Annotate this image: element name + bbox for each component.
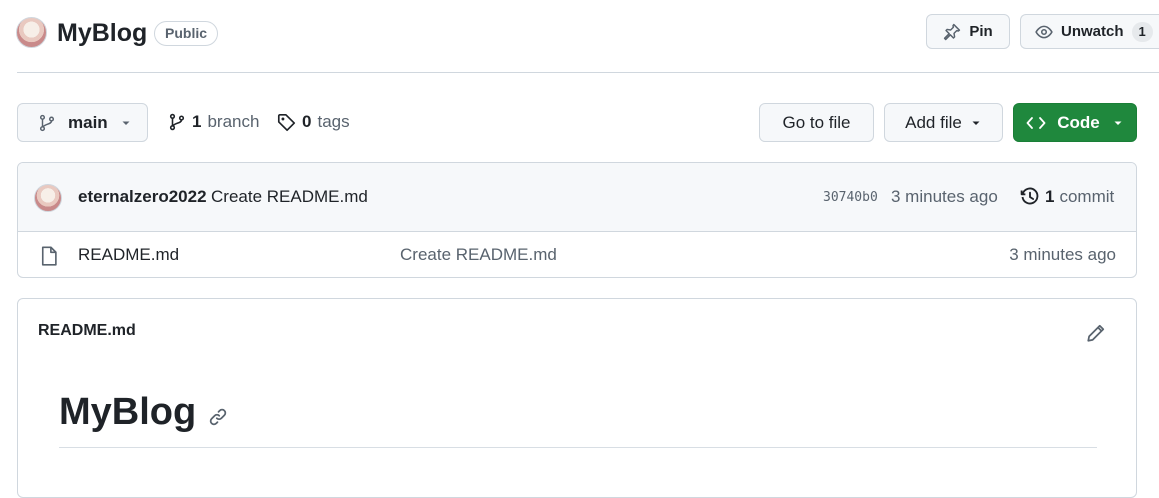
visibility-badge: Public	[154, 21, 219, 46]
pin-button[interactable]: Pin	[926, 14, 1010, 49]
link-icon[interactable]	[208, 407, 228, 427]
tags-link[interactable]: 0 tags	[277, 112, 350, 132]
git-branch-icon	[38, 114, 56, 132]
go-to-file-button[interactable]: Go to file	[759, 103, 874, 142]
tags-label: tags	[317, 112, 350, 131]
commit-history-link[interactable]: 1 commit	[1020, 187, 1114, 207]
branches-count: 1	[192, 112, 202, 131]
watch-counter: 1	[1131, 21, 1153, 42]
unwatch-label: Unwatch	[1061, 23, 1124, 40]
file-row[interactable]: README.md Create README.md 3 minutes ago	[18, 232, 1136, 277]
file-commit-time: 3 minutes ago	[1009, 245, 1116, 264]
caret-down-icon	[1112, 117, 1124, 129]
git-branch-icon	[168, 113, 186, 131]
add-file-button[interactable]: Add file	[884, 103, 1003, 142]
branches-link[interactable]: 1 branch	[168, 112, 259, 132]
code-label: Code	[1057, 112, 1100, 132]
branches-label: branch	[207, 112, 260, 131]
file-browser: eternalzero2022 Create README.md 30740b0…	[17, 162, 1137, 278]
tag-icon	[277, 113, 296, 132]
pencil-icon[interactable]	[1086, 323, 1106, 343]
commit-author[interactable]: eternalzero2022	[78, 187, 207, 207]
readme-panel: README.md MyBlog	[17, 298, 1137, 498]
commit-time: 3 minutes ago	[891, 187, 998, 206]
header-divider	[17, 72, 1159, 73]
branch-name: main	[68, 112, 108, 132]
code-button[interactable]: Code	[1013, 103, 1137, 142]
latest-commit-row: eternalzero2022 Create README.md 30740b0…	[18, 163, 1136, 232]
file-name[interactable]: README.md	[78, 245, 179, 265]
file-icon	[40, 246, 58, 266]
commit-author-avatar[interactable]	[34, 184, 62, 212]
commit-count-label: commit	[1059, 187, 1115, 206]
caret-down-icon	[120, 117, 132, 129]
caret-down-icon	[970, 117, 982, 129]
repo-owner-avatar[interactable]	[16, 17, 47, 48]
file-commit-message[interactable]: Create README.md	[400, 245, 557, 265]
pin-icon	[943, 23, 961, 41]
pin-label: Pin	[969, 23, 993, 40]
commit-message[interactable]: Create README.md	[211, 187, 368, 207]
unwatch-button[interactable]: Unwatch 1	[1020, 14, 1159, 49]
code-icon	[1026, 115, 1046, 131]
add-file-label: Add file	[905, 112, 962, 132]
commit-sha[interactable]: 30740b0	[823, 190, 878, 205]
eye-icon	[1035, 23, 1053, 41]
heading-divider	[59, 447, 1097, 448]
commit-count: 1	[1045, 187, 1055, 206]
branch-selector[interactable]: main	[17, 103, 148, 142]
history-icon	[1020, 187, 1040, 207]
readme-filename[interactable]: README.md	[38, 322, 136, 340]
repo-name[interactable]: MyBlog	[57, 17, 147, 49]
readme-heading: MyBlog	[59, 391, 197, 433]
tags-count: 0	[302, 112, 312, 131]
